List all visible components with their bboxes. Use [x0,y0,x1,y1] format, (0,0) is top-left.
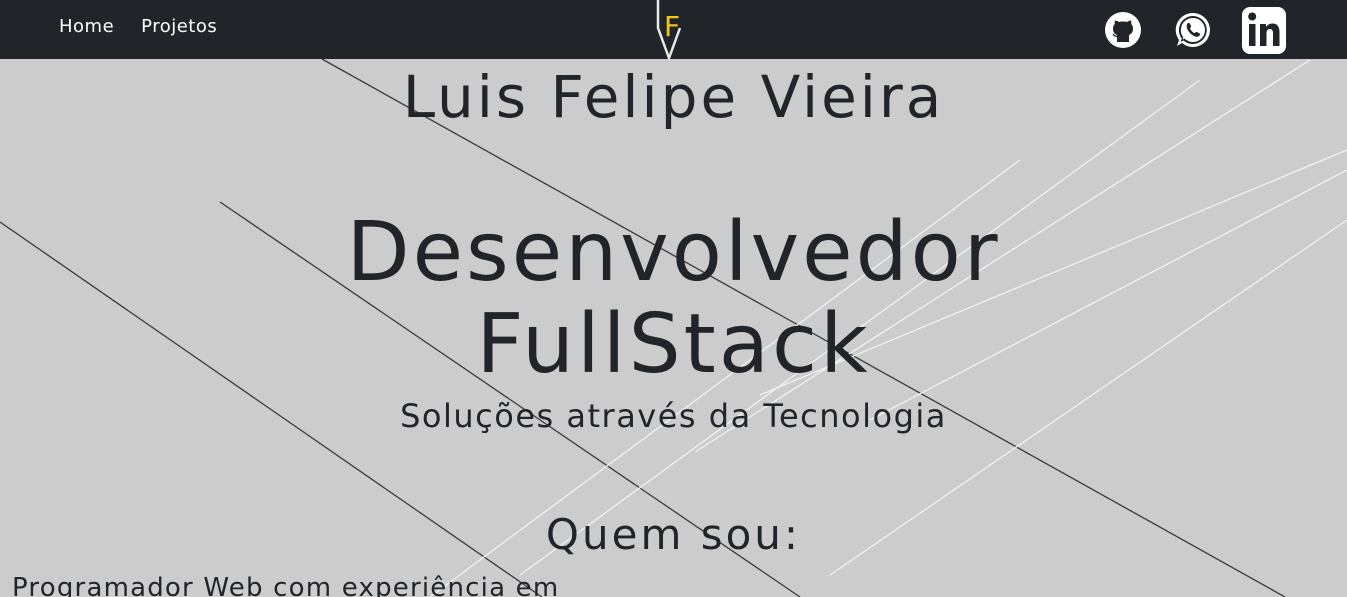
hero-role-line1: Desenvolvedor [346,205,1001,300]
github-icon [1105,11,1141,48]
github-link[interactable] [1104,0,1142,59]
hero-tagline: Soluções através da Tecnologia [400,397,947,435]
about-title: Quem sou: [545,510,802,559]
about-text: Programador Web com experiência em [12,573,560,597]
hero-role-line2: FullStack [476,297,871,392]
linkedin-link[interactable] [1241,0,1287,59]
whatsapp-link[interactable] [1174,0,1212,59]
nav-home-link[interactable]: Home [59,16,114,37]
page: Home Projetos F Luis Felipe Vieira Desen… [0,0,1347,597]
nav-links: Home Projetos [59,16,217,37]
brand-logo[interactable]: F [655,0,685,62]
logo-letter: F [664,10,680,43]
hero-role: Desenvolvedor FullStack [0,207,1347,391]
nav-projetos-link[interactable]: Projetos [141,16,217,37]
hero-name: Luis Felipe Vieira [402,63,945,131]
logo-icon: F [656,0,682,62]
linkedin-icon [1242,6,1286,54]
whatsapp-icon [1175,12,1210,47]
